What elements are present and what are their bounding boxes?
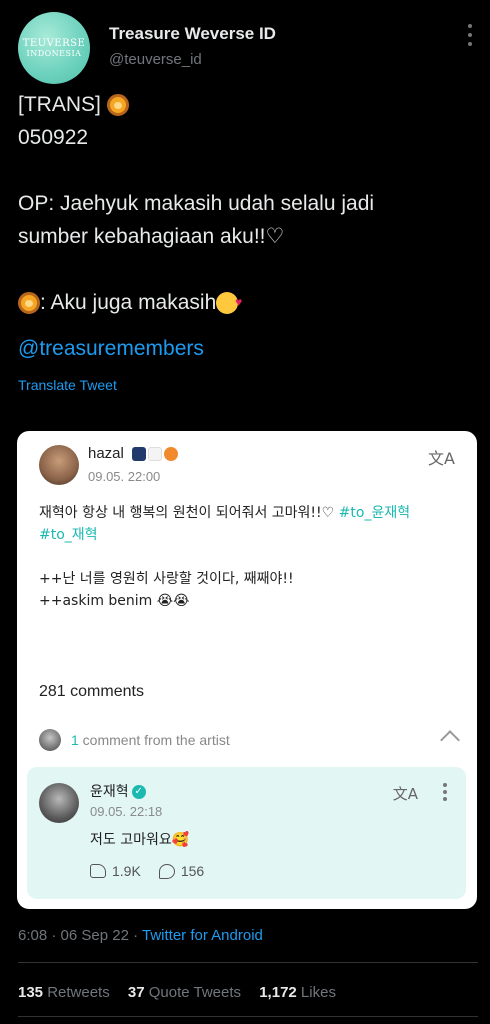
quote-tweets-stat[interactable]: 37 Quote Tweets bbox=[128, 984, 241, 1001]
post-author: hazal bbox=[88, 445, 179, 462]
tweet-line-trans: [TRANS] bbox=[18, 93, 101, 116]
divider bbox=[18, 962, 478, 963]
tweet-source[interactable]: Twitter for Android bbox=[142, 927, 263, 944]
account-handle[interactable]: @teuverse_id bbox=[109, 51, 202, 68]
post-date: 09.05. 22:00 bbox=[88, 469, 161, 484]
lion-emoji-icon bbox=[18, 292, 40, 315]
fox-icon bbox=[164, 447, 179, 462]
avatar-text-bottom: INDONESIA bbox=[26, 49, 82, 58]
mention-link[interactable]: @treasuremembers bbox=[18, 337, 204, 361]
tweet-text: [TRANS] 050922 OP: Jaehyuk makasih udah … bbox=[18, 88, 478, 319]
comments-count: 281 comments bbox=[39, 683, 144, 700]
artist-comment-stats: 1.9K 156 bbox=[90, 863, 204, 879]
artist-comment-date: 09.05. 22:18 bbox=[90, 804, 163, 819]
display-name[interactable]: Treasure Weverse ID bbox=[109, 24, 276, 44]
verified-icon: ✓ bbox=[131, 785, 146, 799]
post-body-line: ++난 너를 영원히 사랑할 것이다, 째째야!! bbox=[39, 571, 294, 587]
translate-icon: 文A bbox=[392, 785, 418, 803]
hashtag: #to_윤재혁 bbox=[338, 505, 411, 521]
account-avatar[interactable]: TEUVERSE INDONESIA bbox=[18, 12, 90, 84]
artist-comment-toggle: 1 comment from the artist bbox=[39, 729, 460, 753]
translate-icon: 文A bbox=[428, 449, 455, 468]
post-author-avatar bbox=[39, 445, 79, 485]
hashtag: #to_재혁 bbox=[39, 527, 98, 543]
like-count: 1.9K bbox=[112, 863, 141, 879]
translate-tweet-link[interactable]: Translate Tweet bbox=[18, 377, 117, 393]
rabbit-icon bbox=[148, 447, 163, 462]
artist-comment-box: 윤재혁 ✓ 09.05. 22:18 文A 저도 고마워요🥰 1.9K 156 bbox=[27, 767, 466, 899]
comment-icon bbox=[158, 863, 175, 879]
tweet-meta: 6:08 · 06 Sep 22 · Twitter for Android bbox=[18, 927, 263, 944]
post-body-line: ++askim benim 😭😭 bbox=[39, 593, 190, 609]
username-emojis bbox=[132, 447, 179, 462]
likes-stat[interactable]: 1,172 Likes bbox=[259, 984, 336, 1001]
tweet-stats: 135 Retweets 37 Quote Tweets 1,172 Likes bbox=[18, 984, 350, 1001]
reply-count: 156 bbox=[180, 863, 205, 879]
post-username: hazal bbox=[88, 445, 124, 462]
lion-emoji-icon bbox=[106, 94, 129, 117]
weverse-screenshot-card[interactable]: hazal 09.05. 22:00 文A 재혁아 항상 내 행복의 원천이 되… bbox=[17, 431, 477, 909]
post-body: 재혁아 항상 내 행복의 원천이 되어줘서 고마워!!♡ #to_윤재혁 #to… bbox=[39, 502, 459, 612]
like-icon bbox=[90, 864, 106, 878]
chevron-up-icon bbox=[440, 730, 460, 750]
tweet-line-op-1: OP: Jaehyuk makasih udah selalu jadi bbox=[18, 192, 375, 215]
smiling-hearts-emoji-icon bbox=[216, 286, 242, 319]
tweet-line-date: 050922 bbox=[18, 126, 89, 149]
divider bbox=[18, 1016, 478, 1017]
artist-comment-text: 저도 고마워요🥰 bbox=[90, 832, 190, 848]
avatar-text-top: TEUVERSE bbox=[22, 38, 86, 49]
night-sky-icon bbox=[132, 447, 147, 462]
artist-mini-avatar bbox=[39, 729, 61, 751]
post-body-line: 재혁아 항상 내 행복의 원천이 되어줘서 고마워!!♡ bbox=[39, 505, 339, 521]
tweet-header: TEUVERSE INDONESIA Treasure Weverse ID @… bbox=[18, 12, 478, 84]
tweet-line-reply: : Aku juga makasih bbox=[40, 291, 217, 314]
more-options-icon[interactable] bbox=[466, 24, 474, 46]
artist-comment-summary: 1 comment from the artist bbox=[71, 732, 230, 748]
more-options-icon bbox=[442, 783, 448, 801]
tweet-timestamp[interactable]: 6:08 · 06 Sep 22 · bbox=[18, 927, 142, 944]
artist-avatar bbox=[39, 783, 79, 823]
artist-name: 윤재혁 ✓ bbox=[90, 781, 146, 801]
retweets-stat[interactable]: 135 Retweets bbox=[18, 984, 110, 1001]
tweet-line-op-2: sumber kebahagiaan aku!!♡ bbox=[18, 225, 285, 248]
